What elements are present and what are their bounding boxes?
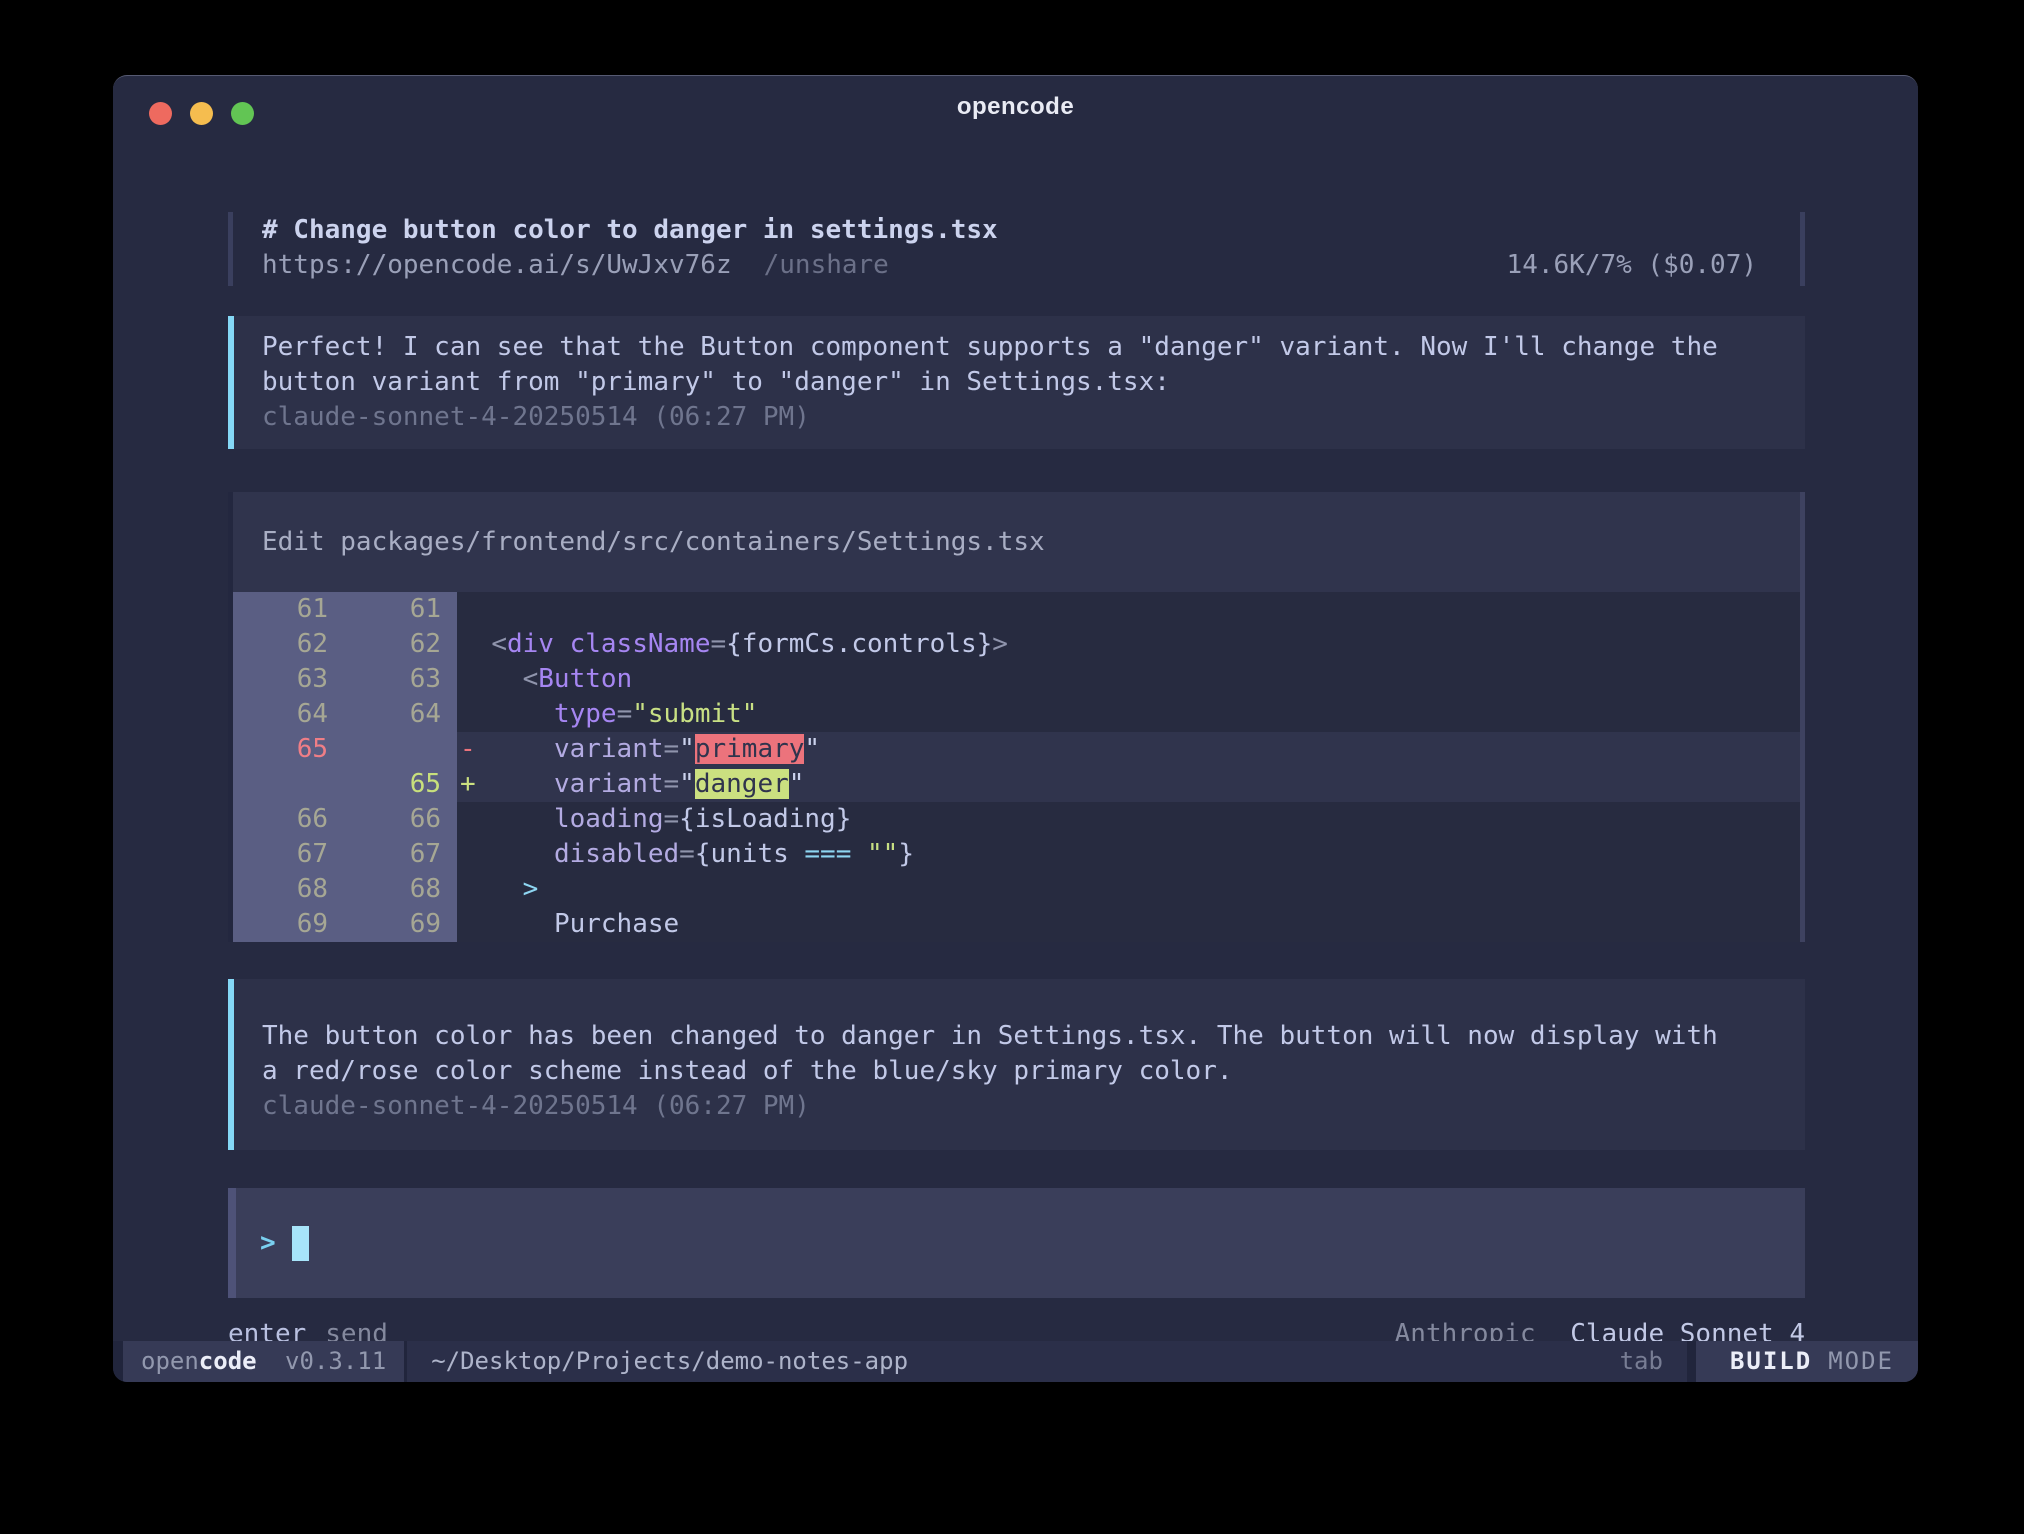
app-version-chip: opencode v0.3.11	[123, 1341, 404, 1382]
status-bar-spacer	[1687, 1341, 1696, 1382]
diff-row: 6666 loading={isLoading}	[233, 802, 1800, 837]
mode-mode-label: MODE	[1828, 1347, 1894, 1375]
title-bar: opencode	[113, 76, 1918, 136]
diff-change-marker	[460, 839, 476, 869]
brand-open: open	[141, 1347, 199, 1375]
app-version: v0.3.11	[285, 1347, 386, 1375]
diff-new-line-number: 65	[337, 767, 457, 802]
window-title: opencode	[113, 93, 1918, 121]
diff-code-line: <div className={formCs.controls}>	[457, 627, 1800, 662]
assistant-message-2: The button color has been changed to dan…	[228, 979, 1805, 1150]
status-bar-middle: ~/Desktop/Projects/demo-notes-app tab	[407, 1341, 1687, 1382]
mode-build-label: BUILD	[1730, 1347, 1812, 1375]
diff-old-line-number: 66	[233, 802, 337, 837]
diff-row: 6464 type="submit"	[233, 697, 1800, 732]
diff-row: 65 - variant="primary"	[233, 732, 1800, 767]
tab-key-hint[interactable]: tab	[1620, 1341, 1663, 1382]
diff-change-marker	[460, 874, 476, 904]
diff-old-line-number: 64	[233, 697, 337, 732]
diff-new-line-number: 61	[337, 592, 457, 627]
diff-row: 6969 Purchase	[233, 907, 1800, 942]
brand-code: code	[199, 1347, 257, 1375]
session-title: # Change button color to danger in setti…	[262, 213, 998, 248]
diff-new-line-number: 63	[337, 662, 457, 697]
prompt-symbol: >	[260, 1228, 276, 1258]
token-usage-cost: 14.6K/7% ($0.07)	[1507, 248, 1800, 283]
message-model-timestamp: claude-sonnet-4-20250514 (06:27 PM)	[262, 400, 1785, 435]
diff-code-line: type="submit"	[457, 697, 1800, 732]
diff-row: 6363 <Button	[233, 662, 1800, 697]
diff-new-line-number: 64	[337, 697, 457, 732]
diff-change-marker	[460, 909, 476, 939]
diff-new-line-number: 66	[337, 802, 457, 837]
share-url-link[interactable]: https://opencode.ai/s/UwJxv76z	[262, 248, 732, 283]
diff-change-marker: +	[460, 769, 476, 799]
diff-code-line	[457, 592, 1800, 627]
diff-table: 6161 6262 <div className={formCs.control…	[233, 592, 1800, 942]
diff-row: 65+ variant="danger"	[233, 767, 1800, 802]
diff-code-line: disabled={units === ""}	[457, 837, 1800, 872]
message-text-line: a red/rose color scheme instead of the b…	[262, 1054, 1785, 1089]
diff-old-line-number: 67	[233, 837, 337, 872]
diff-row: 6262 <div className={formCs.controls}>	[233, 627, 1800, 662]
diff-change-marker	[460, 594, 476, 624]
diff-old-line-number: 65	[233, 732, 337, 767]
diff-old-line-number: 68	[233, 872, 337, 907]
app-window: opencode # Change button color to danger…	[113, 75, 1918, 1382]
diff-new-line-number: 68	[337, 872, 457, 907]
diff-change-marker	[460, 699, 476, 729]
assistant-message-1: Perfect! I can see that the Button compo…	[228, 316, 1805, 449]
diff-row: 6767 disabled={units === ""}	[233, 837, 1800, 872]
diff-change-marker	[460, 629, 476, 659]
status-bar: opencode v0.3.11 ~/Desktop/Projects/demo…	[113, 1341, 1918, 1382]
diff-code-line: loading={isLoading}	[457, 802, 1800, 837]
edit-tool-title: Edit packages/frontend/src/containers/Se…	[233, 492, 1800, 592]
diff-new-line-number: 67	[337, 837, 457, 872]
diff-code-line: + variant="danger"	[457, 767, 1800, 802]
project-path: ~/Desktop/Projects/demo-notes-app	[431, 1341, 908, 1382]
mode-chip[interactable]: BUILD MODE	[1696, 1341, 1918, 1382]
session-header: # Change button color to danger in setti…	[228, 212, 1805, 286]
diff-row: 6868 >	[233, 872, 1800, 907]
message-model-timestamp: claude-sonnet-4-20250514 (06:27 PM)	[262, 1089, 1785, 1124]
diff-code-line: >	[457, 872, 1800, 907]
diff-new-line-number	[337, 732, 457, 767]
edit-tool-block: Edit packages/frontend/src/containers/Se…	[228, 492, 1805, 942]
diff-code-line: <Button	[457, 662, 1800, 697]
diff-change-marker	[460, 804, 476, 834]
diff-old-line-number: 61	[233, 592, 337, 627]
diff-old-line-number: 62	[233, 627, 337, 662]
diff-new-line-number: 62	[337, 627, 457, 662]
diff-change-marker	[460, 664, 476, 694]
diff-old-line-number: 63	[233, 662, 337, 697]
diff-row: 6161	[233, 592, 1800, 627]
diff-old-line-number: 69	[233, 907, 337, 942]
diff-code-line: - variant="primary"	[457, 732, 1800, 767]
diff-change-marker: -	[460, 734, 476, 764]
chat-input[interactable]: >	[228, 1188, 1805, 1298]
diff-code-line: Purchase	[457, 907, 1800, 942]
status-bar-spacer	[113, 1341, 123, 1382]
unshare-command[interactable]: /unshare	[764, 248, 889, 283]
diff-new-line-number: 69	[337, 907, 457, 942]
message-text-line: The button color has been changed to dan…	[262, 1019, 1785, 1054]
message-text-line: button variant from "primary" to "danger…	[262, 365, 1785, 400]
text-cursor	[292, 1226, 309, 1261]
message-text-line: Perfect! I can see that the Button compo…	[262, 330, 1785, 365]
content-area: # Change button color to danger in setti…	[228, 136, 1805, 1352]
diff-old-line-number	[233, 767, 337, 802]
